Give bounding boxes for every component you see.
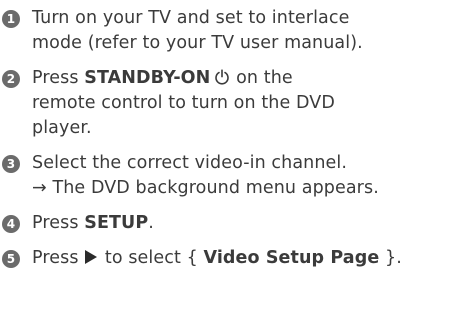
step-1: 1 Turn on your TV and set to interlace m… [0,6,460,56]
step-result-line: → The DVD background menu appears. [32,176,460,201]
step-text: to select { [99,248,204,268]
instruction-steps: 1 Turn on your TV and set to interlace m… [0,6,460,271]
result-arrow-icon: → [32,178,47,198]
step-text-line: Select the correct video-in channel. [32,153,348,173]
play-arrow-icon [85,250,98,264]
menu-name: Video Setup Page [203,248,380,268]
step-text-line: Press STANDBY-ON on the [32,66,460,91]
step-number-badge: 3 [2,155,20,173]
button-name: SETUP [84,213,149,233]
step-text: Press [32,213,85,233]
step-text-line: Turn on your TV and set to interlace [32,8,350,28]
step-text: Press [32,248,85,268]
step-text: Press [32,68,85,88]
step-number-badge: 1 [2,10,20,28]
step-text-line: remote control to turn on the DVD [32,93,335,113]
step-text-line: Press to select { Video Setup Page }. [32,246,460,271]
step-text-line: player. [32,118,92,138]
step-text-line: mode (refer to your TV user manual). [32,33,363,53]
step-text-line: Press SETUP. [32,211,460,236]
step-text: . [148,213,154,233]
step-number-badge: 2 [2,70,20,88]
step-text: }. [379,248,402,268]
power-icon [215,69,230,85]
step-2: 2 Press STANDBY-ON on the remote control… [0,66,460,141]
step-result-text: The DVD background menu appears. [52,178,379,198]
step-4: 4 Press SETUP. [0,211,460,236]
step-number-badge: 5 [2,250,20,268]
step-text: on the [230,68,293,88]
step-5: 5 Press to select { Video Setup Page }. [0,246,460,271]
step-number-badge: 4 [2,215,20,233]
step-3: 3 Select the correct video-in channel. →… [0,151,460,201]
button-name: STANDBY-ON [84,68,211,88]
